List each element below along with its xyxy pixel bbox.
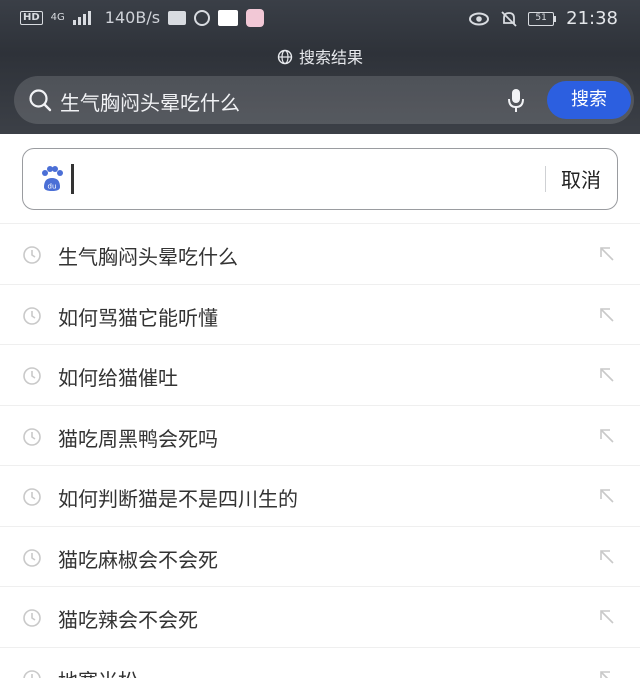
search-input[interactable]: du 取消 [22,148,618,210]
results-title: 搜索结果 [0,44,640,68]
suggestion-panel: du 取消 生气胸闷头晕吃什么 如何骂猫它能听懂 如何给猫催吐 猫吃周黑鸭会死吗 [0,134,640,678]
results-label: 搜索结果 [298,48,363,67]
arrow-up-left-icon[interactable] [598,366,616,384]
arrow-up-left-icon[interactable] [598,548,616,566]
history-item-label: 生气胸闷头晕吃什么 [58,245,238,269]
hd-badge: HD [20,10,43,25]
clock-icon [23,548,41,567]
app-icon [218,9,239,26]
clock-icon [23,609,41,627]
history-item[interactable]: 猫吃辣会不会死 [0,586,640,647]
search-history-list: 生气胸闷头晕吃什么 如何骂猫它能听懂 如何给猫催吐 猫吃周黑鸭会死吗 如何判断猫… [0,223,640,678]
mic-icon[interactable] [506,88,526,114]
network-speed: 140B/s [104,8,161,27]
input-divider [545,166,546,192]
baidu-paw-icon: du [42,166,63,191]
history-item[interactable]: 生气胸闷头晕吃什么 [0,223,640,284]
history-item-label: 猫吃辣会不会死 [58,608,198,632]
arrow-up-left-icon[interactable] [598,245,616,263]
arrow-up-left-icon[interactable] [598,427,616,445]
battery-level: 51 [528,11,555,26]
signal-icon [72,10,91,25]
arrow-up-left-icon[interactable] [598,306,616,324]
arrow-up-left-icon[interactable] [598,608,616,626]
search-button[interactable]: 搜索 [547,81,631,119]
app-icon [246,8,265,27]
clock-icon [23,488,41,506]
history-item[interactable]: 如何判断猫是不是四川生的 [0,465,640,526]
eye-icon [469,12,490,25]
status-bar: HD 4G 140B/s 51 21:38 [0,0,640,38]
history-item[interactable]: 猫吃麻椒会不会死 [0,525,640,587]
clock-icon [23,669,41,678]
clock-time: 21:38 [566,8,618,29]
battery-icon: 51 [528,11,557,26]
arrow-up-left-icon[interactable] [598,669,616,678]
history-item[interactable]: 地塞米松 [0,646,640,678]
header-area: HD 4G 140B/s 51 21:38 搜索结果 生气胸闷头晕吃什么 搜索 [0,0,640,134]
status-right: 51 21:38 [468,8,618,29]
clock-icon [23,306,41,325]
history-item-label: 如何骂猫它能听懂 [58,305,218,330]
search-query: 生气胸闷头晕吃什么 [60,91,240,115]
svg-text:du: du [48,183,57,191]
text-cursor [71,164,74,194]
keyboard-icon [168,10,187,25]
network-generation: 4G [50,11,65,23]
cancel-button[interactable]: 取消 [561,164,601,193]
history-item[interactable]: 猫吃周黑鸭会死吗 [0,404,640,466]
clock-icon [23,367,41,385]
history-item[interactable]: 如何骂猫它能听懂 [0,283,640,345]
history-item-label: 猫吃麻椒会不会死 [58,547,218,572]
history-item-label: 如何给猫催吐 [58,366,178,390]
arrow-up-left-icon[interactable] [598,487,616,505]
clock-icon [23,246,41,264]
clock-icon [23,427,41,446]
history-item-label: 地塞米松 [58,665,138,678]
history-item-label: 猫吃周黑鸭会死吗 [58,426,218,451]
globe-icon [277,49,293,65]
search-icon [29,89,52,112]
mute-bell-icon [501,10,517,27]
history-item[interactable]: 如何给猫催吐 [0,344,640,405]
netease-icon [194,9,211,26]
background-search-bar[interactable]: 生气胸闷头晕吃什么 搜索 [14,76,634,124]
status-left: HD 4G 140B/s [20,8,265,27]
history-item-label: 如何判断猫是不是四川生的 [58,487,298,511]
